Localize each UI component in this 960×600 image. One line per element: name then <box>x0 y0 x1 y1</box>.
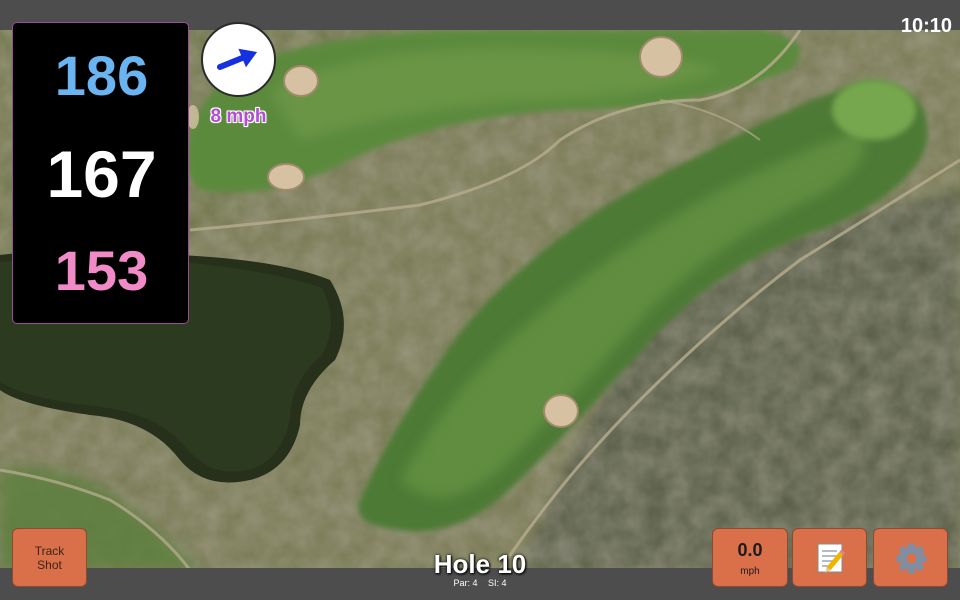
speed-value: 0.0 <box>737 540 763 560</box>
track-shot-label-line2: Shot <box>37 557 62 572</box>
back-yardage: 186 <box>54 44 149 107</box>
wind-indicator <box>201 22 276 97</box>
yardage-panel: 186 167 153 <box>12 22 189 324</box>
track-shot-label-line1: Track <box>34 543 65 558</box>
front-yardage: 153 <box>54 239 149 302</box>
speed-unit: mph <box>740 566 760 577</box>
track-shot-button[interactable]: Track Shot <box>12 528 87 587</box>
notes-button[interactable] <box>792 528 867 587</box>
speed-button[interactable]: 0.0 mph <box>712 528 788 587</box>
hole-title: Hole 10 <box>433 549 527 579</box>
settings-button[interactable] <box>873 528 948 587</box>
center-yardage: 167 <box>46 137 157 211</box>
hole-par: Par: 4 <box>453 578 478 588</box>
golf-gps-screen: 10:10 186 167 153 8 mph Track Shot Hole … <box>0 0 960 600</box>
hole-stroke-index: SI: 4 <box>488 578 507 588</box>
clock: 10:10 <box>900 15 952 37</box>
gear-icon <box>896 543 927 574</box>
memo-icon <box>817 543 846 573</box>
wind-speed-label: 8 mph <box>210 106 267 127</box>
hole-details: Par: 4 SI: 4 <box>380 578 580 588</box>
wind-direction-arrow-icon <box>216 48 258 70</box>
